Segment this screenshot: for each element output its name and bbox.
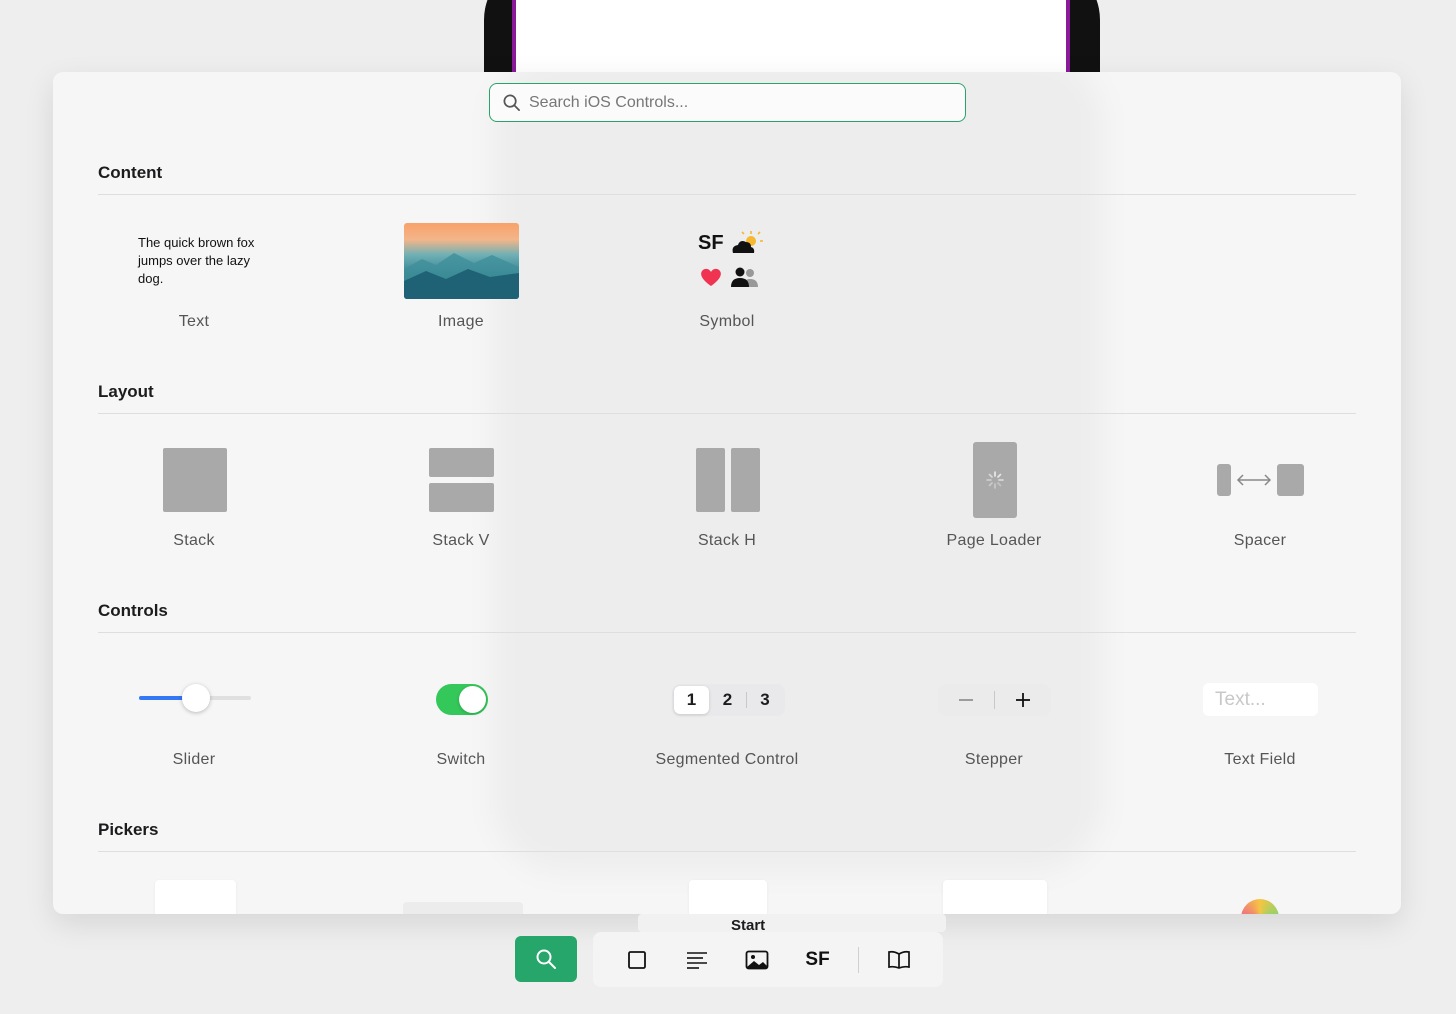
search-input[interactable] [529,93,949,112]
stack-v-bottom-preview [429,483,494,512]
item-label-slider[interactable]: Slider [84,751,304,769]
slider-track[interactable] [139,684,251,712]
section-divider [98,632,1356,633]
calendar-picker-preview [689,880,767,914]
wheel-picker-preview [155,880,236,914]
item-label-switch[interactable]: Switch [351,751,571,769]
section-title-content: Content [98,163,163,182]
image-preview [404,223,519,299]
text-align-icon [687,951,708,969]
item-label-image[interactable]: Image [351,313,571,331]
minus-icon [959,699,973,701]
library-button[interactable] [879,940,919,980]
square-icon [628,950,646,969]
item-label-stack[interactable]: Stack [84,532,304,550]
spacer-right-preview [1277,464,1304,496]
text-tool-button[interactable] [677,940,717,980]
search-icon [503,94,520,111]
item-label-segmented-control[interactable]: Segmented Control [617,751,837,769]
item-label-text-field[interactable]: Text Field [1150,751,1370,769]
plus-icon [1016,693,1030,707]
item-label-stepper[interactable]: Stepper [884,751,1104,769]
segment-1[interactable]: 1 [674,686,709,714]
photo-icon [745,950,769,969]
cloud-sun-icon [732,231,763,253]
toolbar-divider [857,946,859,973]
section-title-pickers: Pickers [98,820,159,839]
stack-preview [163,448,227,512]
symbol-tool-button[interactable]: SF [798,940,838,980]
page-loader-preview [973,442,1017,518]
stack-h-right-preview [731,448,760,512]
phone-edge-left [512,0,516,72]
controls-library-panel: Content The quick brown fox jumps over t… [53,72,1401,914]
datetime-wheel-preview [943,880,1047,914]
item-label-stack-v[interactable]: Stack V [351,532,571,550]
image-tool-button[interactable] [737,940,777,980]
search-field[interactable] [489,83,966,122]
formatting-toolbar: Start [638,914,946,932]
spacer-left-preview [1217,464,1231,496]
rectangle-tool-button[interactable] [617,940,657,980]
segmented-control[interactable]: 1 2 3 [672,684,785,716]
stepper-minus-button[interactable] [938,684,994,716]
section-divider [98,851,1356,852]
switch-toggle[interactable] [436,684,488,715]
people-icon [731,267,758,287]
section-divider [98,194,1356,195]
color-picker-preview [1241,899,1279,914]
section-divider [98,413,1356,414]
segment-3[interactable]: 3 [747,686,783,714]
book-icon [888,950,910,969]
mountains-image [404,253,519,299]
segment-2[interactable]: 2 [709,686,746,714]
start-label[interactable]: Start [731,917,765,932]
item-label-page-loader[interactable]: Page Loader [884,532,1104,550]
stack-h-left-preview [696,448,725,512]
search-button[interactable] [515,936,577,982]
item-label-stack-h[interactable]: Stack H [617,532,837,550]
item-label-symbol[interactable]: Symbol [617,313,837,331]
stack-v-top-preview [429,448,494,477]
symbol-sf-text: SF [698,232,724,254]
double-arrow-icon [1236,474,1272,486]
stepper-plus-button[interactable] [995,684,1051,716]
heart-icon [701,268,721,286]
item-label-text[interactable]: Text [84,313,304,331]
text-field-preview[interactable]: Text... [1203,683,1318,716]
search-icon [536,949,556,969]
date-picker-preview [403,902,523,914]
phone-edge-right [1066,0,1070,72]
section-title-layout: Layout [98,382,154,401]
section-title-controls: Controls [98,601,168,620]
stepper[interactable] [938,684,1051,716]
item-label-spacer[interactable]: Spacer [1150,532,1370,550]
spinner-icon [986,471,1004,489]
slider-thumb[interactable] [182,684,210,712]
text-preview: The quick brown fox jumps over the lazy … [138,235,255,286]
bottom-toolbar: SF [593,932,943,987]
switch-knob [459,686,486,713]
